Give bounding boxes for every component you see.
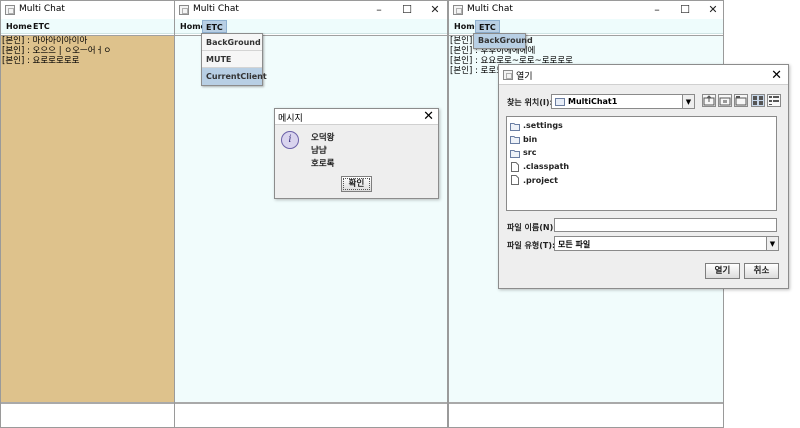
close-button[interactable]: ✕: [427, 3, 443, 17]
window-title: Multi Chat: [193, 4, 239, 14]
chat-message: [본인] : 요로로로로로: [2, 56, 80, 66]
title-bar[interactable]: Multi Chat – ☐ ✕: [175, 1, 447, 19]
menu-item-background[interactable]: BackGround: [202, 34, 262, 51]
message-input[interactable]: [175, 402, 447, 427]
menu-etc[interactable]: ETC: [475, 20, 500, 33]
filetype-value: 모든 파일: [558, 240, 591, 249]
minimize-button[interactable]: –: [649, 3, 665, 17]
message-dialog: 메시지 ✕ i 오덕왕 냠냠 호로록 확인: [274, 108, 439, 199]
window-title: Multi Chat: [467, 4, 513, 14]
home-folder-button[interactable]: [718, 94, 732, 107]
chat-area: [본인] : 마아아이아이아 [본인] : 오으으 | ㅇ오ㅡ어ㅓㅇ [본인] …: [1, 35, 174, 402]
file-name: .settings: [523, 121, 563, 131]
app-icon: [503, 70, 513, 80]
app-icon: [5, 5, 15, 15]
open-button[interactable]: 열기: [705, 263, 740, 279]
chevron-down-icon[interactable]: ▼: [766, 237, 778, 250]
title-bar[interactable]: Multi Chat: [1, 1, 174, 19]
filetype-combo[interactable]: 모든 파일 ▼: [554, 236, 779, 251]
chat-message: [본인] : 마아아이아이아: [2, 36, 88, 46]
lookin-combo[interactable]: MultiChat1 ▼: [551, 94, 695, 109]
folder-icon: [555, 98, 565, 106]
maximize-button[interactable]: ☐: [677, 3, 693, 17]
filename-label: 파일 이름(N):: [507, 223, 557, 232]
file-icon: [510, 161, 520, 172]
close-icon[interactable]: ✕: [771, 68, 782, 83]
chat-area: [175, 35, 447, 402]
menu-bar: Home ETC: [449, 19, 723, 34]
chat-window-1: Multi Chat Home ETC [본인] : 마아아이아이아 [본인] …: [0, 0, 175, 428]
filename-input[interactable]: [554, 218, 777, 232]
dialog-message-line: 오덕왕: [311, 133, 335, 143]
lookin-label: 찾는 위치(I):: [507, 98, 553, 107]
dialog-message-line: 호로록: [311, 159, 335, 169]
maximize-button[interactable]: ☐: [399, 3, 415, 17]
info-icon: i: [281, 131, 299, 149]
list-item[interactable]: .classpath: [507, 160, 776, 174]
folder-icon: [510, 148, 520, 158]
title-bar[interactable]: Multi Chat – ☐ ✕: [449, 1, 723, 19]
up-folder-button[interactable]: [702, 94, 716, 107]
message-input[interactable]: [449, 402, 723, 427]
app-icon: [179, 5, 189, 15]
dialog-title: 메시지: [278, 114, 303, 124]
list-item[interactable]: .project: [507, 173, 776, 187]
file-name: bin: [523, 134, 538, 144]
list-item[interactable]: src: [507, 146, 776, 160]
lookin-value: MultiChat1: [568, 97, 618, 106]
chat-message: [본인] : 오으으 | ㅇ오ㅡ어ㅓㅇ: [2, 46, 112, 56]
list-item[interactable]: .settings: [507, 119, 776, 133]
dialog-title-bar[interactable]: 메시지 ✕: [275, 109, 438, 125]
chevron-down-icon[interactable]: ▼: [682, 95, 694, 108]
new-folder-button[interactable]: [734, 94, 748, 107]
dialog-title: 열기: [516, 72, 533, 82]
file-name: src: [523, 148, 537, 158]
chat-message-label: [본인] : 로: [450, 66, 489, 76]
folder-icon: [510, 121, 520, 131]
close-icon[interactable]: ✕: [423, 109, 434, 124]
close-button[interactable]: ✕: [705, 3, 721, 17]
file-name: .project: [523, 175, 558, 185]
folder-icon: [510, 134, 520, 145]
window-title: Multi Chat: [19, 4, 65, 14]
dialog-title-bar[interactable]: 열기 ✕: [499, 65, 788, 85]
details-view-button[interactable]: [767, 94, 781, 107]
menu-bar: Home ETC: [1, 19, 174, 34]
file-open-dialog: 열기 ✕ 찾는 위치(I): MultiChat1 ▼ .settings bi…: [498, 64, 789, 289]
filetype-label: 파일 유형(T):: [507, 241, 556, 250]
etc-dropdown: BackGround MUTE CurrentClient: [201, 33, 267, 86]
etc-dropdown: BackGround: [473, 33, 533, 49]
message-input[interactable]: [1, 402, 174, 427]
file-name: .classpath: [523, 162, 570, 172]
menu-etc[interactable]: ETC: [202, 20, 227, 33]
menu-bar: Home ETC: [175, 19, 447, 34]
app-icon: [453, 5, 463, 15]
ok-button[interactable]: 확인: [341, 176, 372, 192]
minimize-button[interactable]: –: [371, 3, 387, 17]
dialog-message-line: 냠냠: [311, 146, 327, 156]
menu-item-mute[interactable]: MUTE: [202, 51, 262, 68]
file-list[interactable]: .settings bin src .classpath .project: [506, 116, 777, 211]
chat-message-label: [본인] : 요: [450, 56, 489, 66]
cancel-button[interactable]: 취소: [744, 263, 779, 279]
menu-item-current-client[interactable]: CurrentClient: [202, 68, 267, 85]
menu-item-background[interactable]: BackGround: [474, 34, 533, 48]
menu-etc[interactable]: ETC: [30, 20, 53, 33]
list-view-button[interactable]: [751, 94, 765, 107]
file-icon: [510, 175, 520, 186]
list-item[interactable]: bin: [507, 133, 776, 147]
